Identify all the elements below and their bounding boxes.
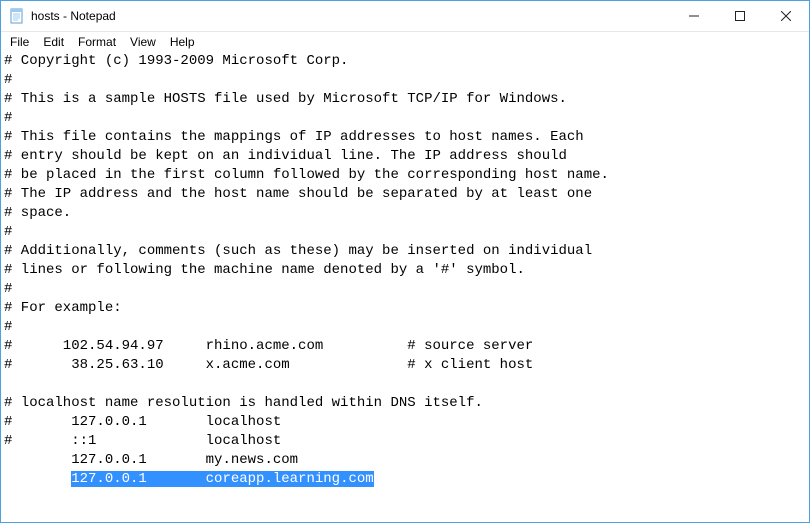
menu-format[interactable]: Format (71, 34, 123, 50)
text-line[interactable]: # localhost name resolution is handled w… (4, 395, 483, 411)
text-line[interactable]: # (4, 224, 12, 240)
text-line[interactable]: # be placed in the first column followed… (4, 167, 609, 183)
text-selection[interactable]: 127.0.0.1 coreapp.learning.com (71, 471, 373, 487)
text-line-prefix[interactable] (4, 471, 71, 487)
menu-file[interactable]: File (3, 34, 36, 50)
text-line[interactable]: 127.0.0.1 my.news.com (4, 452, 298, 468)
text-line[interactable]: # 38.25.63.10 x.acme.com # x client host (4, 357, 533, 373)
close-button[interactable] (763, 1, 809, 31)
text-editor[interactable]: # Copyright (c) 1993-2009 Microsoft Corp… (1, 52, 809, 522)
text-line[interactable]: # entry should be kept on an individual … (4, 148, 567, 164)
text-line[interactable]: # space. (4, 205, 71, 221)
minimize-button[interactable] (671, 1, 717, 31)
window-title: hosts - Notepad (31, 9, 116, 23)
maximize-button[interactable] (717, 1, 763, 31)
text-line[interactable]: # For example: (4, 300, 122, 316)
notepad-icon (9, 8, 25, 24)
text-line[interactable]: # This file contains the mappings of IP … (4, 129, 584, 145)
text-line[interactable]: # Additionally, comments (such as these)… (4, 243, 592, 259)
text-line[interactable]: # (4, 319, 12, 335)
titlebar[interactable]: hosts - Notepad (1, 1, 809, 32)
text-line[interactable]: # This is a sample HOSTS file used by Mi… (4, 91, 567, 107)
menubar: File Edit Format View Help (1, 32, 809, 52)
text-line[interactable]: # (4, 72, 12, 88)
text-line[interactable]: # ::1 localhost (4, 433, 281, 449)
text-line[interactable]: # The IP address and the host name shoul… (4, 186, 592, 202)
text-line[interactable]: # (4, 110, 12, 126)
menu-edit[interactable]: Edit (36, 34, 71, 50)
app-window: hosts - Notepad File Edit Format View He… (0, 0, 810, 523)
text-line[interactable]: # 127.0.0.1 localhost (4, 414, 281, 430)
text-line[interactable]: # 102.54.94.97 rhino.acme.com # source s… (4, 338, 533, 354)
text-line[interactable]: # Copyright (c) 1993-2009 Microsoft Corp… (4, 53, 348, 69)
menu-help[interactable]: Help (163, 34, 202, 50)
menu-view[interactable]: View (123, 34, 163, 50)
editor-content[interactable]: # Copyright (c) 1993-2009 Microsoft Corp… (1, 52, 809, 491)
text-line[interactable]: # (4, 281, 12, 297)
text-line[interactable]: # lines or following the machine name de… (4, 262, 525, 278)
